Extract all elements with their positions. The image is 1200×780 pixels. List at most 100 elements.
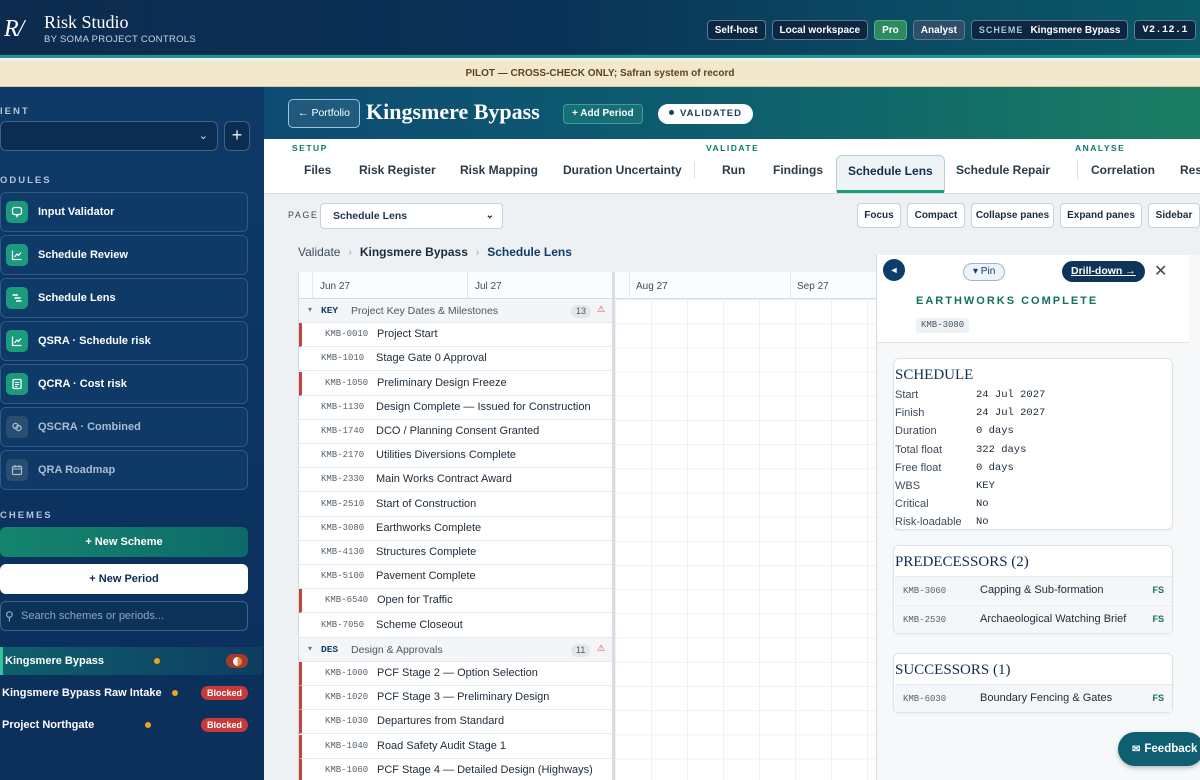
activity-code: KMB-1010 <box>321 353 365 364</box>
drill-down-button[interactable]: Drill-down → <box>1062 261 1145 282</box>
activity-name: Pavement Complete <box>376 570 476 583</box>
app-header: R/ Risk Studio BY SOMA PROJECT CONTROLS … <box>0 0 1200 58</box>
scheme-item-raw-intake[interactable]: Kingsmere Bypass Raw Intake Blocked <box>0 679 262 707</box>
module-qcra[interactable]: QCRA · Cost risk <box>0 364 248 404</box>
tab-res[interactable]: Res <box>1180 163 1200 177</box>
module-qsra[interactable]: QSRA · Schedule risk <box>0 321 248 361</box>
portfolio-back-button[interactable]: ← Portfolio <box>288 99 360 128</box>
tab-findings[interactable]: Findings <box>773 163 823 177</box>
page-select[interactable]: Schedule Lens ⌄ <box>320 203 503 229</box>
pin-button[interactable]: ▾ Pin <box>963 263 1006 281</box>
activity-row[interactable]: KMB-1130 Design Complete — Issued for Con… <box>299 395 612 420</box>
add-client-button[interactable]: + <box>224 121 250 151</box>
module-schedule-lens[interactable]: Schedule Lens <box>0 278 248 318</box>
predecessor-row[interactable]: KMB-3060 Capping & Sub-formation FS <box>895 576 1172 604</box>
new-period-button[interactable]: + New Period <box>0 564 248 594</box>
analyst-chip[interactable]: Analyst <box>912 20 965 40</box>
scheme-item-project-northgate[interactable]: Project Northgate Blocked <box>0 711 262 739</box>
collapse-panes-button[interactable]: Collapse panes <box>971 203 1054 228</box>
activity-row[interactable]: KMB-5100 Pavement Complete <box>299 565 612 590</box>
chat-icon <box>6 201 28 223</box>
activity-row[interactable]: KMB-1050 Preliminary Design Freeze <box>299 371 612 396</box>
activity-row[interactable]: KMB-1030 Departures from Standard <box>299 710 612 735</box>
activity-row[interactable]: KMB-1000 PCF Stage 2 — Option Selection <box>299 662 612 686</box>
expand-toggle-icon[interactable]: ▾ <box>308 644 312 653</box>
schedule-card: SCHEDULE Start 24 Jul 2027 Finish 24 Jul 20… <box>893 358 1173 530</box>
activity-code: KMB-3080 <box>916 318 970 333</box>
breadcrumb-scheme[interactable]: Kingsmere Bypass <box>360 245 468 259</box>
tab-run[interactable]: Run <box>722 163 745 177</box>
schedule-field: Free float 0 days <box>895 462 1014 474</box>
activity-row[interactable]: KMB-2510 Start of Construction <box>299 492 612 517</box>
group-name: Design & Approvals <box>351 643 443 656</box>
scheme-item-kingsmere-bypass[interactable]: Kingsmere Bypass <box>0 647 262 675</box>
activity-row[interactable]: KMB-1020 PCF Stage 3 — Preliminary Design <box>299 686 612 711</box>
rel-name: Boundary Fencing & Gates <box>980 692 1113 704</box>
module-label: QCRA · Cost risk <box>38 378 127 390</box>
module-schedule-review[interactable]: Schedule Review <box>0 235 248 275</box>
activity-row[interactable]: KMB-1740 DCO / Planning Consent Granted <box>299 420 612 444</box>
field-label: Total float <box>895 443 943 456</box>
tab-files[interactable]: Files <box>304 163 331 177</box>
selfhost-chip[interactable]: Self-host <box>706 20 766 40</box>
module-label: Schedule Lens <box>38 292 116 304</box>
activity-name: Structures Complete <box>376 546 477 558</box>
tab-correlation[interactable]: Correlation <box>1091 163 1155 177</box>
successor-row[interactable]: KMB-6030 Boundary Fencing & Gates FS <box>895 684 1172 712</box>
expand-toggle-icon[interactable]: ▾ <box>308 305 312 314</box>
workspace-chip[interactable]: Local workspace <box>771 20 869 40</box>
gantt-canvas[interactable] <box>615 299 877 780</box>
activity-code: KMB-2510 <box>321 498 365 509</box>
scheme-search-input[interactable]: ⚲ Search schemes or periods... <box>0 601 248 631</box>
lines-icon <box>6 287 28 309</box>
activity-row[interactable]: KMB-1040 Road Safety Audit Stage 1 <box>299 734 612 759</box>
activity-row[interactable]: KMB-4130 Structures Complete <box>299 541 612 565</box>
activity-code: KMB-2170 <box>321 450 365 461</box>
compact-button[interactable]: Compact <box>907 203 965 228</box>
tab-schedule-lens[interactable]: Schedule Lens <box>836 155 945 193</box>
scheme-name: Kingsmere Bypass <box>5 655 105 667</box>
feedback-button[interactable]: ✉ Feedback <box>1118 732 1200 766</box>
tab-duration-uncertainty[interactable]: Duration Uncertainty <box>563 163 682 177</box>
scheme-name: Kingsmere Bypass Raw Intake <box>2 687 162 699</box>
activity-code: KMB-0010 <box>325 329 369 340</box>
predecessor-row[interactable]: KMB-2530 Archaeological Watching Brief F… <box>895 605 1172 633</box>
close-icon[interactable]: ✕ <box>1154 261 1167 281</box>
search-placeholder: Search schemes or periods... <box>21 610 165 622</box>
activity-row[interactable]: KMB-2330 Main Works Contract Award <box>299 468 612 493</box>
theme-toggle-icon[interactable] <box>226 654 248 668</box>
breadcrumb-validate[interactable]: Validate <box>298 245 340 259</box>
tab-divider <box>694 161 695 179</box>
sidebar-button[interactable]: Sidebar <box>1148 203 1200 228</box>
new-scheme-button[interactable]: + New Scheme <box>0 527 248 557</box>
field-value: No <box>976 516 989 529</box>
activity-row[interactable]: KMB-2170 Utilities Diversions Complete <box>299 444 612 469</box>
page-label: PAGE <box>288 210 319 220</box>
activity-row[interactable]: KMB-3080 Earthworks Complete <box>299 516 612 541</box>
focus-button[interactable]: Focus <box>857 203 901 228</box>
client-select[interactable]: ⌄ <box>0 121 218 151</box>
tab-risk-register[interactable]: Risk Register <box>359 163 436 177</box>
group-row[interactable]: ▾ DES Design & Approvals 11 ⚠ <box>299 637 612 662</box>
add-period-button[interactable]: + Add Period <box>563 104 643 124</box>
module-qra-roadmap[interactable]: QRA Roadmap <box>0 450 248 490</box>
activity-row[interactable]: KMB-0010 Project Start <box>299 323 612 348</box>
module-input-validator[interactable]: Input Validator <box>0 192 248 232</box>
detail-header: ◄ ▾ Pin Drill-down → ✕ EARTHWORKS COMPLE… <box>877 255 1189 343</box>
activity-row[interactable]: KMB-7050 Scheme Closeout <box>299 613 612 638</box>
tab-group-setup: SETUP <box>292 143 328 153</box>
scheme-chip[interactable]: SCHEME Kingsmere Bypass <box>970 20 1129 40</box>
activity-row[interactable]: KMB-1010 Stage Gate 0 Approval <box>299 347 612 372</box>
activity-row[interactable]: KMB-6540 Open for Traffic <box>299 589 612 614</box>
expand-panes-button[interactable]: Expand panes <box>1060 203 1142 228</box>
pro-chip[interactable]: Pro <box>874 20 907 40</box>
module-qscra[interactable]: QSCRA · Combined <box>0 407 248 447</box>
collapse-pane-icon[interactable]: ◄ <box>883 259 905 281</box>
activity-name: Earthworks Complete <box>376 521 482 534</box>
activity-title: EARTHWORKS COMPLETE <box>916 295 1099 307</box>
tab-schedule-repair[interactable]: Schedule Repair <box>956 163 1050 177</box>
activity-name: Scheme Closeout <box>376 618 463 631</box>
group-row[interactable]: ▾ KEY Project Key Dates & Milestones 13 ⚠ <box>299 299 612 323</box>
tab-risk-mapping[interactable]: Risk Mapping <box>460 163 538 177</box>
activity-row[interactable]: KMB-1060 PCF Stage 4 — Detailed Design (H… <box>299 758 612 780</box>
